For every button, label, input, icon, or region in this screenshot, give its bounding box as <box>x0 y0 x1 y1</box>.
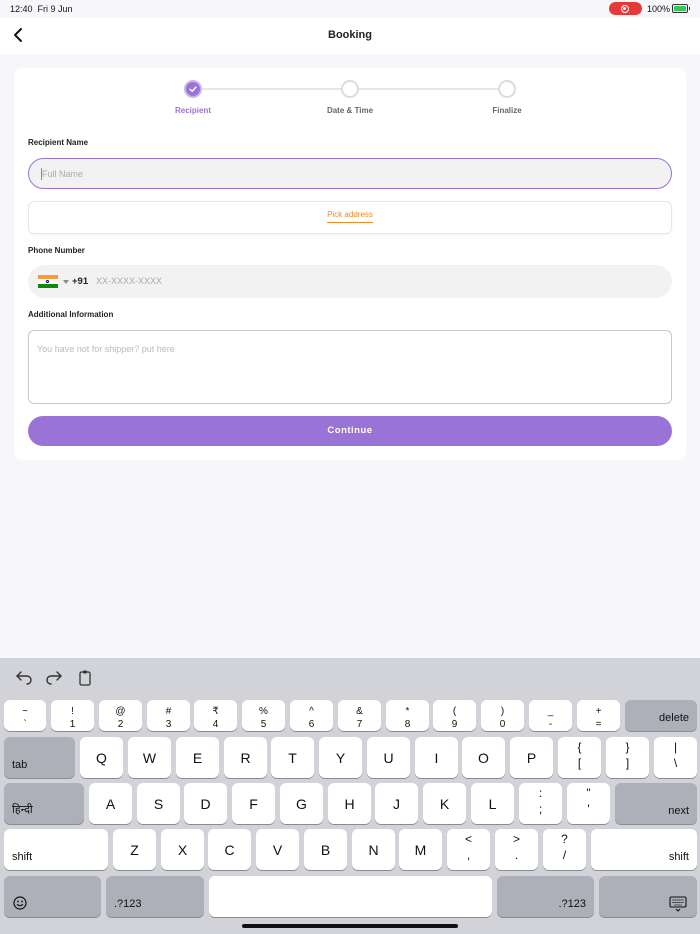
key-7[interactable]: & 7 <box>338 700 381 731</box>
key-c[interactable]: C <box>208 829 251 870</box>
key-quote[interactable]: " ' <box>567 783 610 824</box>
key-l[interactable]: L <box>471 783 514 824</box>
full-name-input[interactable]: Full Name <box>28 158 672 189</box>
key-minus[interactable]: _ - <box>529 700 572 731</box>
status-time: 12:40 Fri 9 Jun <box>10 4 73 14</box>
stepper-line <box>358 88 499 90</box>
key-p[interactable]: P <box>510 737 553 778</box>
check-icon <box>189 86 197 92</box>
page-title: Booking <box>328 29 372 41</box>
key-1[interactable]: ! 1 <box>51 700 94 731</box>
delete-key[interactable]: delete <box>625 700 697 731</box>
key-a[interactable]: A <box>89 783 132 824</box>
key-6[interactable]: ^ 6 <box>290 700 333 731</box>
key-r[interactable]: R <box>224 737 267 778</box>
screen-recording-icon[interactable] <box>609 2 642 15</box>
key-j[interactable]: J <box>375 783 418 824</box>
key-b[interactable]: B <box>304 829 347 870</box>
key-g[interactable]: G <box>280 783 323 824</box>
tab-key[interactable]: tab <box>4 737 75 778</box>
emoji-key[interactable] <box>4 876 101 917</box>
key-0[interactable]: ) 0 <box>481 700 524 731</box>
key-t[interactable]: T <box>271 737 314 778</box>
additional-info-label: Additional Information <box>28 310 114 319</box>
key-bracket-left[interactable]: {[ <box>558 737 601 778</box>
step-1-label[interactable]: Recipient <box>133 106 253 115</box>
space-key[interactable] <box>209 876 492 917</box>
emoji-icon <box>13 896 27 910</box>
language-key[interactable]: हिन्दी <box>4 783 84 824</box>
key-m[interactable]: M <box>399 829 442 870</box>
country-dropdown-icon[interactable] <box>63 280 69 284</box>
key-z[interactable]: Z <box>113 829 156 870</box>
key-bracket-right[interactable]: }] <box>606 737 649 778</box>
key-backslash[interactable]: | \ <box>654 737 697 778</box>
step-3-indicator <box>498 80 516 98</box>
key-5[interactable]: % 5 <box>242 700 285 731</box>
step-2-indicator <box>341 80 359 98</box>
recipient-name-label: Recipient Name <box>28 138 89 147</box>
key-x[interactable]: X <box>161 829 204 870</box>
key-d[interactable]: D <box>184 783 227 824</box>
step-3-label[interactable]: Finalize <box>447 106 567 115</box>
key-3[interactable]: #3 <box>147 700 190 731</box>
phone-placeholder: XX-XXXX-XXXX <box>96 276 163 286</box>
key-h[interactable]: H <box>328 783 371 824</box>
home-indicator <box>242 924 458 928</box>
battery-icon <box>672 4 690 13</box>
shift-right-key[interactable]: shift <box>591 829 697 870</box>
india-flag-icon[interactable] <box>38 275 58 288</box>
key-semicolon[interactable]: :; <box>519 783 562 824</box>
key-comma[interactable]: <, <box>447 829 490 870</box>
dial-code: +91 <box>72 276 89 287</box>
numbers-key-left[interactable]: .?123 <box>106 876 204 917</box>
nav-bar: Booking <box>0 18 700 54</box>
key-slash[interactable]: ? / <box>543 829 586 870</box>
key-period[interactable]: >. <box>495 829 538 870</box>
key-w[interactable]: W <box>128 737 171 778</box>
numbers-key-right[interactable]: .?123 <box>497 876 594 917</box>
key-q[interactable]: Q <box>80 737 123 778</box>
next-key[interactable]: next <box>615 783 697 824</box>
stepper-line <box>202 88 342 90</box>
pick-address-link[interactable]: Pick address <box>29 210 671 223</box>
undo-icon[interactable] <box>15 670 33 686</box>
key-s[interactable]: S <box>137 783 180 824</box>
key-n[interactable]: N <box>352 829 395 870</box>
key-y[interactable]: Y <box>319 737 362 778</box>
key-f[interactable]: F <box>232 783 275 824</box>
key-9[interactable]: (9 <box>433 700 476 731</box>
additional-info-textarea[interactable]: You have not for shipper? put here <box>28 330 672 404</box>
shift-left-key[interactable]: shift <box>4 829 108 870</box>
key-backtick[interactable]: ~ ` <box>4 700 46 731</box>
key-v[interactable]: V <box>256 829 299 870</box>
status-bar: 12:40 Fri 9 Jun 100% <box>0 0 700 18</box>
key-equals[interactable]: + = <box>577 700 620 731</box>
key-e[interactable]: E <box>176 737 219 778</box>
key-o[interactable]: O <box>462 737 505 778</box>
dismiss-keyboard-key[interactable] <box>599 876 697 917</box>
battery-percent: 100% <box>647 4 671 14</box>
step-2-label[interactable]: Date & Time <box>290 106 410 115</box>
phone-number-label: Phone Number <box>28 246 85 255</box>
full-name-placeholder: Full Name <box>42 169 84 179</box>
phone-number-input[interactable]: +91 XX-XXXX-XXXX <box>28 265 672 298</box>
continue-button[interactable]: Continue <box>28 416 672 446</box>
step-1-indicator <box>184 80 202 98</box>
key-8[interactable]: * 8 <box>386 700 429 731</box>
key-i[interactable]: I <box>415 737 458 778</box>
clipboard-icon[interactable] <box>76 670 94 686</box>
keyboard-dismiss-icon <box>669 896 687 912</box>
key-4[interactable]: ₹4 <box>194 700 237 731</box>
key-u[interactable]: U <box>367 737 410 778</box>
redo-icon[interactable] <box>45 670 63 686</box>
key-k[interactable]: K <box>423 783 466 824</box>
pick-address-box[interactable]: Pick address <box>28 201 672 234</box>
key-2[interactable]: @2 <box>99 700 142 731</box>
keyboard: ~ ` ! 1 @2 #3 ₹4 % 5 ^ 6 & 7 * 8 (9 ) 0 _ - + = d… <box>0 658 700 934</box>
additional-info-placeholder: You have not for shipper? put here <box>37 344 175 354</box>
